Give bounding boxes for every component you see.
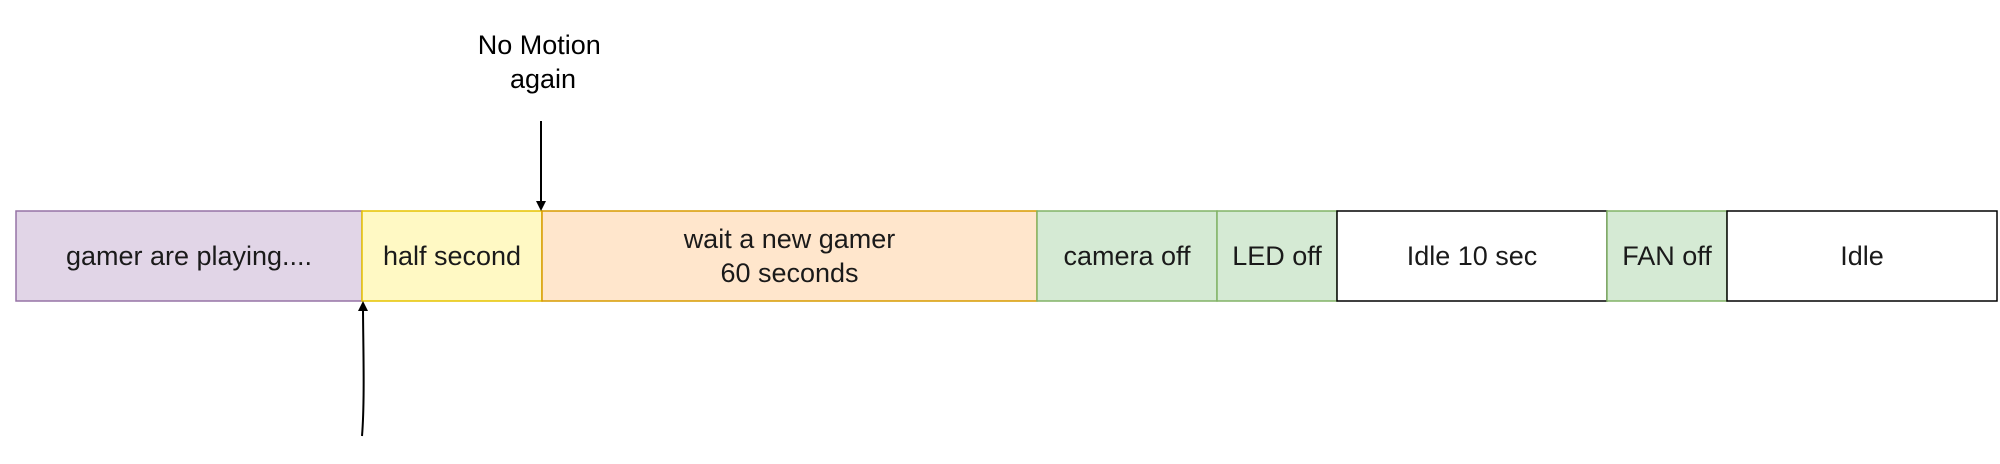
block-led-off-label: LED off bbox=[1232, 241, 1322, 271]
block-wait-new-gamer-label-line-1: wait a new gamer bbox=[683, 224, 896, 254]
block-idle-10-sec-label: Idle 10 sec bbox=[1407, 241, 1538, 271]
block-wait-new-gamer: wait a new gamer 60 seconds bbox=[541, 210, 1038, 302]
block-idle-10-sec-label-line-1: Idle 10 sec bbox=[1407, 241, 1538, 271]
no-motion-label-line-1: No Motion bbox=[478, 30, 601, 60]
block-camera-off: camera off bbox=[1036, 210, 1218, 302]
block-camera-off-label-line-1: camera off bbox=[1063, 241, 1191, 271]
block-idle: Idle bbox=[1726, 210, 1998, 302]
no-motion-label-line-2: again bbox=[510, 64, 576, 94]
block-gamer-playing-label-line-1: gamer are playing.... bbox=[66, 241, 312, 271]
block-fan-off-label-line-1: FAN off bbox=[1622, 241, 1712, 271]
block-led-off-label-line-1: LED off bbox=[1232, 241, 1322, 271]
block-idle-label: Idle bbox=[1840, 241, 1884, 271]
timeline-diagram: gamer are playing.... half second wait a n… bbox=[15, 30, 1998, 437]
block-idle-label-line-1: Idle bbox=[1840, 241, 1884, 271]
block-led-off: LED off bbox=[1216, 210, 1338, 302]
no-motion-label: No Motion again bbox=[478, 30, 609, 94]
block-fan-off-label: FAN off bbox=[1622, 241, 1712, 271]
block-camera-off-label: camera off bbox=[1063, 241, 1191, 271]
motion-start-arrow bbox=[358, 301, 369, 437]
timeline-blocks: gamer are playing.... half second wait a n… bbox=[15, 210, 1998, 302]
block-half-second-label-line-1: half second bbox=[383, 241, 521, 271]
block-idle-10-sec: Idle 10 sec bbox=[1336, 210, 1608, 302]
block-gamer-playing: gamer are playing.... bbox=[15, 210, 363, 302]
block-half-second-label: half second bbox=[383, 241, 521, 271]
block-gamer-playing-label: gamer are playing.... bbox=[66, 241, 312, 271]
block-fan-off: FAN off bbox=[1606, 210, 1728, 302]
block-half-second: half second bbox=[361, 210, 543, 302]
block-wait-new-gamer-label-line-2: 60 seconds bbox=[720, 258, 858, 288]
